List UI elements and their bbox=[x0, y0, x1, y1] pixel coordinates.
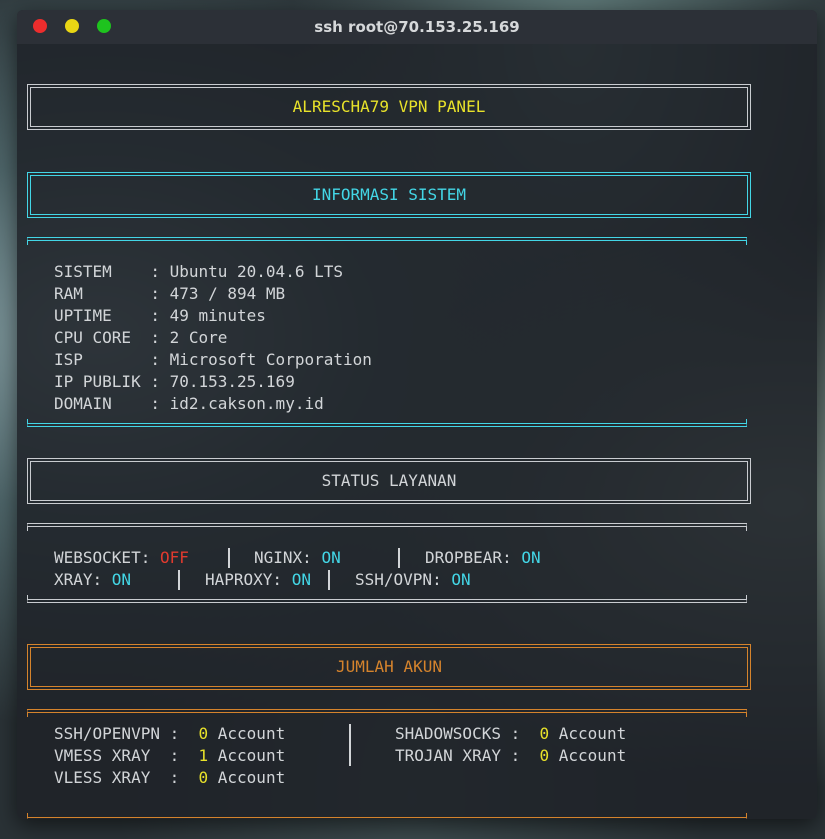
divider bbox=[398, 548, 400, 568]
divider bbox=[349, 724, 351, 766]
sysinfo-row-cpu: CPU CORE : 2 Core bbox=[54, 328, 228, 347]
service-websocket: WEBSOCKET: OFF bbox=[54, 548, 189, 567]
account-vmess: VMESS XRAY : 1 Account bbox=[54, 746, 286, 765]
services-header-banner: STATUS LAYANAN bbox=[27, 458, 751, 504]
service-dropbear: DROPBEAR: ON bbox=[425, 548, 541, 567]
accounts-header: JUMLAH AKUN bbox=[336, 657, 442, 676]
terminal-output[interactable]: ALRESCHA79 VPN PANEL INFORMASI SISTEM SI… bbox=[17, 44, 817, 819]
service-nginx: NGINX: ON bbox=[254, 548, 341, 567]
account-ssh: SSH/OPENVPN : 0 Account bbox=[54, 724, 286, 743]
status-nginx: ON bbox=[321, 548, 341, 567]
divider bbox=[328, 570, 330, 590]
status-sshovpn: ON bbox=[451, 570, 471, 589]
panel-title: ALRESCHA79 VPN PANEL bbox=[292, 97, 486, 116]
sysinfo-header: INFORMASI SISTEM bbox=[311, 185, 467, 204]
accounts-header-banner: JUMLAH AKUN bbox=[27, 644, 751, 690]
service-xray: XRAY: ON bbox=[54, 570, 132, 589]
status-xray: ON bbox=[111, 570, 132, 589]
sysinfo-row-ip: IP PUBLIK : 70.153.25.169 bbox=[54, 372, 295, 391]
sysinfo-row-isp: ISP : Microsoft Corporation bbox=[54, 350, 372, 369]
status-websocket: OFF bbox=[159, 548, 189, 567]
sysinfo-row-ram: RAM : 473 / 894 MB bbox=[54, 284, 286, 303]
status-haproxy: ON bbox=[291, 570, 311, 589]
sysinfo-header-banner: INFORMASI SISTEM bbox=[27, 172, 751, 218]
service-sshovpn: SSH/OVPN: ON bbox=[355, 570, 471, 589]
divider bbox=[178, 570, 180, 590]
sysinfo-row-sistem: SISTEM : Ubuntu 20.04.6 LTS bbox=[54, 262, 343, 281]
account-vless: VLESS XRAY : 0 Account bbox=[54, 768, 286, 787]
account-trojan: TROJAN XRAY : 0 Account bbox=[395, 746, 627, 765]
sysinfo-row-domain: DOMAIN : id2.cakson.my.id bbox=[54, 394, 324, 413]
divider bbox=[228, 548, 230, 568]
account-shadowsocks: SHADOWSOCKS : 0 Account bbox=[395, 724, 627, 743]
title-bar[interactable]: ssh root@70.153.25.169 bbox=[17, 10, 817, 44]
status-dropbear: ON bbox=[521, 548, 541, 567]
services-header: STATUS LAYANAN bbox=[321, 471, 457, 490]
terminal-window[interactable]: ssh root@70.153.25.169 ALRESCHA79 VPN PA… bbox=[17, 10, 817, 819]
service-haproxy: HAPROXY: ON bbox=[205, 570, 311, 589]
sysinfo-row-uptime: UPTIME : 49 minutes bbox=[54, 306, 266, 325]
window-title: ssh root@70.153.25.169 bbox=[314, 18, 520, 36]
panel-title-banner: ALRESCHA79 VPN PANEL bbox=[27, 84, 751, 130]
